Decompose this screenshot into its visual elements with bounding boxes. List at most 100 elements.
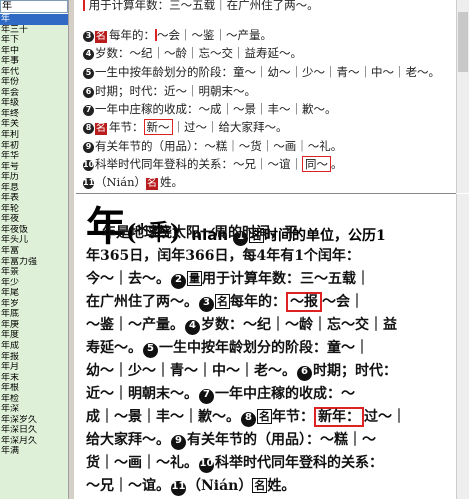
text-cursor xyxy=(83,0,85,11)
entry-text: 幼～｜少～｜青～｜中～｜老～。 xyxy=(86,363,296,379)
entry-line: 年是地球绕太阳一周的时间，平 xyxy=(102,222,298,242)
pos-badge: 名 xyxy=(252,478,268,493)
entry-text: 岁数：～纪｜～龄｜忘～交｜益 xyxy=(201,317,397,333)
entry-text: 近～｜明朝末～。 xyxy=(86,386,198,402)
sense-number: 3 xyxy=(199,297,214,312)
sense-6: 6 时期；时代：近～｜明朝末～。 xyxy=(83,83,256,99)
word-list-item[interactable]: 年关 xyxy=(0,119,68,130)
entry-text: 一年中庄稼的收成：～ xyxy=(215,386,355,402)
word-list-item[interactable]: 年度 xyxy=(0,330,68,341)
word-list-item[interactable]: 年级 xyxy=(0,98,68,109)
search-input[interactable]: 年 xyxy=(0,0,68,13)
sense-text: 时期；时代：近～｜明朝末～。 xyxy=(95,84,256,98)
entry-line: 在广州住了两～。 3 名每年的： ～报 ～会｜ xyxy=(86,291,364,312)
entry-line: ～鉴｜～产量。 4 岁数：～纪｜～龄｜忘～交｜益 xyxy=(86,314,397,335)
word-list-item[interactable]: 年头儿 xyxy=(0,235,68,246)
sense-text-tail: 。 xyxy=(331,157,343,171)
word-list-item[interactable]: 年尾 xyxy=(0,288,68,299)
sense-number: 7 xyxy=(199,389,214,404)
word-list-item[interactable]: 年底 xyxy=(0,309,68,320)
entry-line: 幼～｜少～｜青～｜中～｜老～。 6 时期；时代： xyxy=(86,360,397,381)
sense-number: 6 xyxy=(297,366,312,381)
entry-text: 每年的： xyxy=(230,294,286,310)
word-list[interactable]: 年年三十 年下 年中 年事 年代 年份 年会 年级 年终 年关 年利 年初 年华 年号 年历 年息 年表 年轮 年夜… xyxy=(0,14,68,499)
sense-number: 8 xyxy=(241,412,256,427)
highlight-box: 新～ xyxy=(143,119,173,135)
word-list-item[interactable]: 年 xyxy=(0,14,68,25)
entry-text: 年365日，闰年366日，每4年有1个闰年： xyxy=(86,248,360,264)
word-list-item[interactable]: 年表 xyxy=(0,193,68,204)
entry-text: 一生中按年龄划分的阶段：童～｜ xyxy=(159,340,369,356)
pane-splitter[interactable] xyxy=(68,0,75,499)
word-list-item[interactable]: 年深月久 xyxy=(0,436,68,447)
word-list-item[interactable]: 年夜饭 xyxy=(0,225,68,236)
entry-text: 成｜～景｜丰～｜歉～。 xyxy=(86,409,240,425)
sense-3: 3 名每年的： ～会｜～鉴｜～产量。 xyxy=(83,27,272,43)
entry-text: 年节： xyxy=(272,409,314,425)
entry-text: ～兄｜～谊。 xyxy=(86,478,170,494)
entry-text: 姓。 xyxy=(267,478,296,494)
word-list-item[interactable]: 年终 xyxy=(0,109,68,120)
word-list-item[interactable]: 年检 xyxy=(0,394,68,405)
entry-text: 年是地球绕太阳一周的时间，平 xyxy=(102,225,298,241)
sense-number: 3 xyxy=(83,31,94,42)
word-list-item[interactable]: 年历 xyxy=(0,172,68,183)
word-list-item[interactable]: 年份 xyxy=(0,77,68,88)
word-list-item[interactable]: 年满 xyxy=(0,446,68,457)
sense-text: 岁数：～纪｜～龄｜忘～交｜益寿延～。 xyxy=(95,46,302,60)
sense-text: （Nián） xyxy=(95,175,147,189)
sense-2-tail: 用于计算年数：三～五载｜在广州住了两～。 xyxy=(83,0,319,13)
word-list-item[interactable]: 年号 xyxy=(0,162,68,173)
word-list-item[interactable]: 年三十 xyxy=(0,25,68,36)
word-list-item[interactable]: 年少 xyxy=(0,278,68,289)
word-list-item[interactable]: 年初 xyxy=(0,141,68,152)
sense-number: 7 xyxy=(83,105,94,116)
highlight-box: 新年： xyxy=(314,407,364,427)
word-list-item[interactable]: 年代 xyxy=(0,67,68,78)
entry-text: 用于计算年数：三～五载｜ xyxy=(202,271,370,287)
sense-number: 9 xyxy=(83,142,94,153)
entry-panel-scrollbar[interactable] xyxy=(456,194,469,499)
word-list-item[interactable]: 年报 xyxy=(0,352,68,363)
sense-text: 一生中按年龄划分的阶段：童～｜幼～｜少～｜青～｜中～｜老～。 xyxy=(95,65,440,79)
sense-text-tail: ｜过～｜给大家拜～。 xyxy=(172,120,288,134)
word-list-item[interactable]: 年会 xyxy=(0,88,68,99)
word-list-item[interactable]: 年庚 xyxy=(0,320,68,331)
word-list-item[interactable]: 年根 xyxy=(0,383,68,394)
word-list-item[interactable]: 年息 xyxy=(0,183,68,194)
entry-text: 科举时代同年登科的关系： xyxy=(215,455,383,471)
top-panel-scrollbar[interactable] xyxy=(456,0,469,193)
word-list-item[interactable]: 年末 xyxy=(0,373,68,384)
sense-number: 10 xyxy=(199,458,214,473)
word-list-item[interactable]: 年深岁久 xyxy=(0,415,68,426)
entry-text: 过～｜ xyxy=(364,409,406,425)
word-list-item[interactable]: 年事 xyxy=(0,56,68,67)
sense-number: 5 xyxy=(143,343,158,358)
scrollbar-thumb[interactable] xyxy=(458,12,468,72)
word-list-item[interactable]: 年月 xyxy=(0,362,68,373)
sense-number: 4 xyxy=(185,320,200,335)
word-list-item[interactable]: 年富 xyxy=(0,246,68,257)
entry-text: ～会｜ xyxy=(322,294,364,310)
pos-badge: 名 xyxy=(95,31,107,43)
entry-text: 时期；时代： xyxy=(313,363,397,379)
word-list-item[interactable]: 年富力强 xyxy=(0,257,68,268)
sense-7: 7 一年中庄稼的收成：～成｜～景｜丰～｜歉～。 xyxy=(83,101,337,117)
word-list-item[interactable]: 年深日久 xyxy=(0,425,68,436)
word-list-item[interactable]: 年成 xyxy=(0,341,68,352)
sense-text-tail: ～会｜～鉴｜～产量。 xyxy=(157,28,272,42)
word-list-item[interactable]: 年夜 xyxy=(0,214,68,225)
entry-text: 今～｜去～。 xyxy=(86,271,170,287)
word-list-item[interactable]: 年轮 xyxy=(0,204,68,215)
word-list-item[interactable]: 年利 xyxy=(0,130,68,141)
word-list-item[interactable]: 年景 xyxy=(0,267,68,278)
highlight-box: ～报 xyxy=(286,292,322,312)
word-list-item[interactable]: 年深 xyxy=(0,404,68,415)
sense-number: 6 xyxy=(83,87,94,98)
word-list-item[interactable]: 年下 xyxy=(0,35,68,46)
word-list-item[interactable]: 年中 xyxy=(0,46,68,57)
sense-11: 11（Nián）名 姓。 xyxy=(83,174,183,190)
word-list-item[interactable]: 年华 xyxy=(0,151,68,162)
word-list-item[interactable]: 年岁 xyxy=(0,299,68,310)
sense-text: 每年的： xyxy=(109,28,155,42)
